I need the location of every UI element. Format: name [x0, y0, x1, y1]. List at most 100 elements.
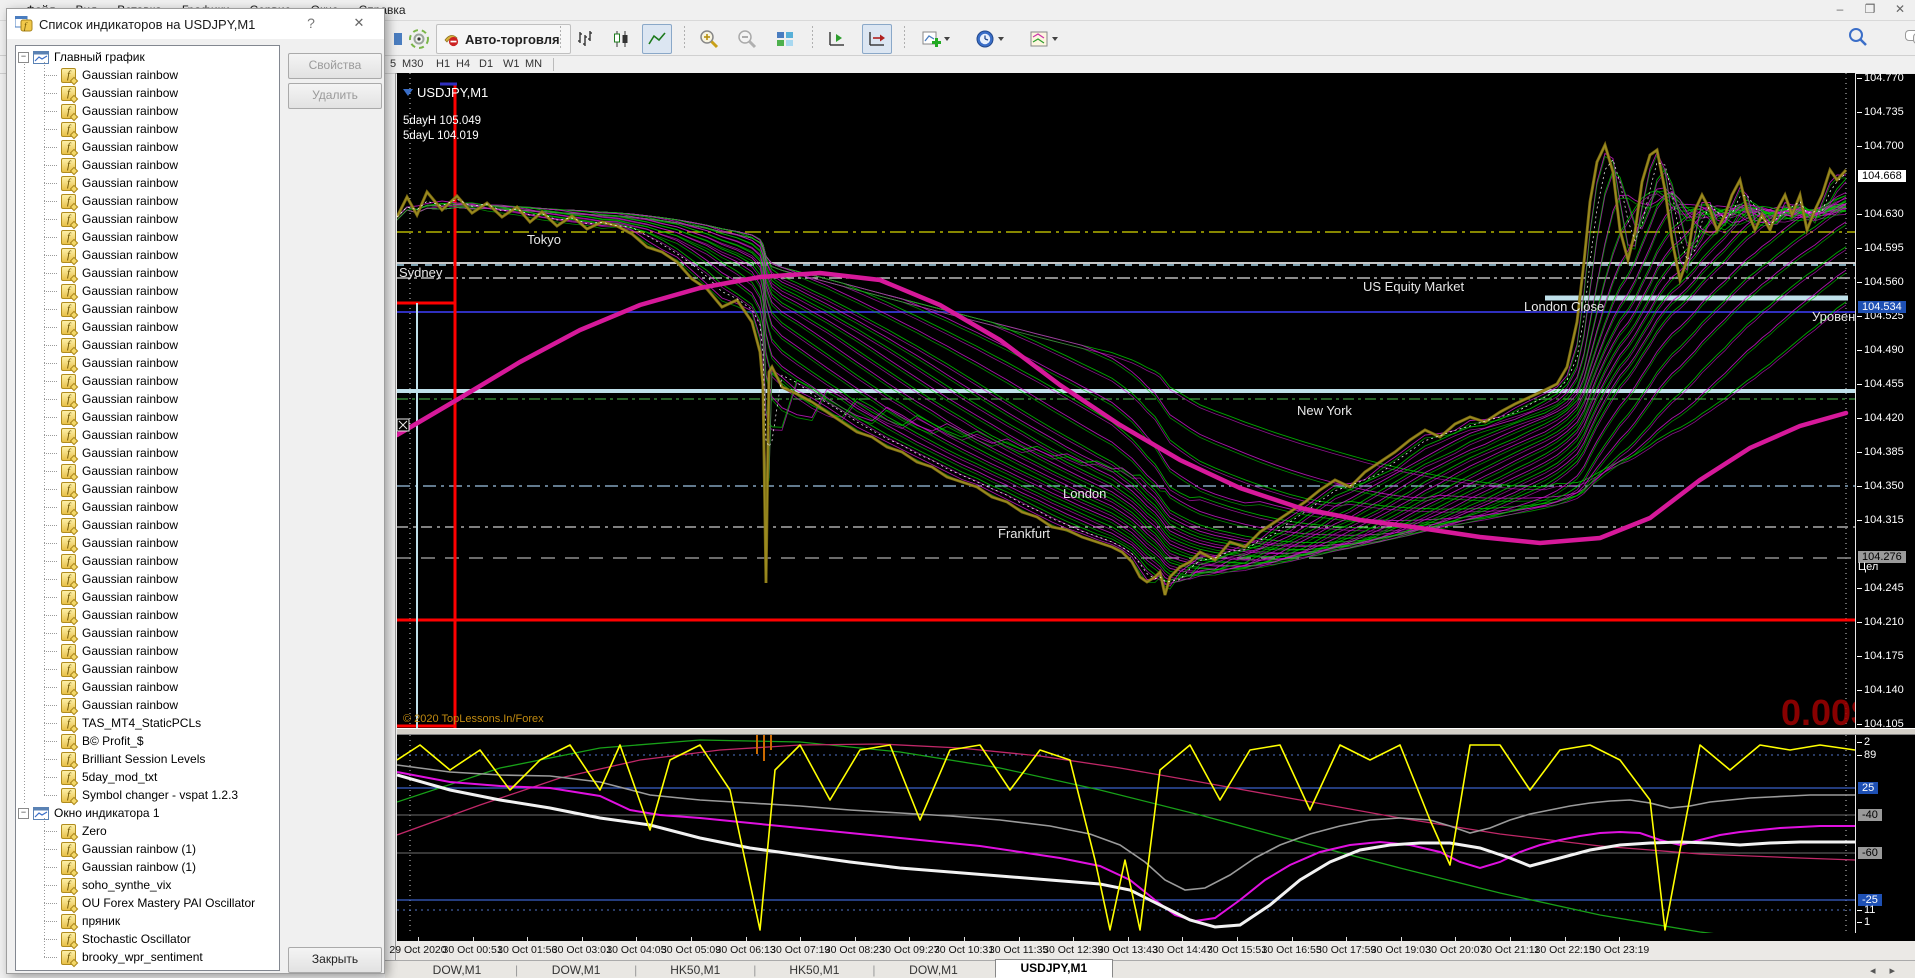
minimize-button[interactable]: –: [1833, 2, 1847, 16]
indicator-item[interactable]: f Gaussian rainbow: [16, 660, 279, 678]
indicator-item[interactable]: f Gaussian rainbow: [16, 282, 279, 300]
indicator-item[interactable]: f Stochastic Oscillator: [16, 930, 279, 948]
indicator-item[interactable]: f Gaussian rainbow: [16, 642, 279, 660]
dialog-close-button[interactable]: ✕: [350, 15, 368, 31]
indicator-item[interactable]: f Gaussian rainbow: [16, 696, 279, 714]
close-button[interactable]: ✕: [1893, 2, 1907, 16]
indicator-item[interactable]: f Symbol changer - vspat 1.2.3: [16, 786, 279, 804]
tree-group[interactable]: − Главный график: [16, 48, 279, 66]
price-axis[interactable]: 104.770 104.735 104.700 104.630 104.595 104.5…: [1855, 72, 1915, 933]
indicator-item[interactable]: f Gaussian rainbow: [16, 444, 279, 462]
indicator-item[interactable]: f Gaussian rainbow: [16, 228, 279, 246]
indicator-item[interactable]: f пряник: [16, 912, 279, 930]
chart-tab-dow-m1[interactable]: DOW,M1: [399, 963, 515, 977]
indicator-item[interactable]: f Gaussian rainbow: [16, 192, 279, 210]
candle-chart-button[interactable]: [606, 24, 636, 54]
chart-tab-dow-m1[interactable]: DOW,M1: [876, 963, 992, 977]
indicator-item[interactable]: f Gaussian rainbow: [16, 570, 279, 588]
indicator-item[interactable]: f Gaussian rainbow: [16, 210, 279, 228]
indicator-item[interactable]: f Gaussian rainbow: [16, 156, 279, 174]
timeframe-M30[interactable]: M30: [398, 57, 427, 72]
indicator-item[interactable]: f Gaussian rainbow: [16, 66, 279, 84]
indicator-item[interactable]: f Brilliant Session Levels: [16, 750, 279, 768]
indicator-item[interactable]: f Gaussian rainbow: [16, 480, 279, 498]
autotrade-button[interactable]: Авто-торговля: [436, 24, 571, 54]
chart-tab-bar: DOW,M1 | DOW,M1 | HK50,M1 | HK50,M1 | DOW,M1 USD…: [385, 959, 1915, 978]
main-chart[interactable]: USDJPY,M1 5dayH 105.049 5dayL 104.019 Sydne…: [397, 73, 1855, 728]
template-icon: [1030, 31, 1047, 47]
collapse-icon[interactable]: −: [18, 51, 29, 63]
timeframe-D1[interactable]: D1: [475, 57, 497, 72]
dialog-help-button[interactable]: ?: [302, 15, 320, 31]
indicator-item[interactable]: f Gaussian rainbow: [16, 300, 279, 318]
indicator-item[interactable]: f Gaussian rainbow: [16, 552, 279, 570]
chart-tab-dow-m1[interactable]: DOW,M1: [518, 963, 634, 977]
periods-button[interactable]: [968, 24, 1010, 54]
indicator-item[interactable]: f Gaussian rainbow: [16, 174, 279, 192]
dropdown-arrow-icon: [943, 37, 950, 41]
indicator-item[interactable]: f 5day_mod_txt: [16, 768, 279, 786]
indicator-item[interactable]: f brooky_wpr_sentiment: [16, 948, 279, 966]
indicator-item[interactable]: f Gaussian rainbow: [16, 264, 279, 282]
price-tick: 104.385: [1857, 446, 1904, 458]
indicator-item[interactable]: f Gaussian rainbow: [16, 678, 279, 696]
indicator-item[interactable]: f Gaussian rainbow: [16, 426, 279, 444]
indicator-item[interactable]: f Gaussian rainbow: [16, 246, 279, 264]
dialog-title-bar[interactable]: f Список индикаторов на USDJPY,M1 ? ✕: [7, 9, 384, 39]
indicator-item[interactable]: f Gaussian rainbow: [16, 336, 279, 354]
zoom-out-button[interactable]: [732, 24, 762, 54]
line-chart-button[interactable]: [642, 24, 672, 54]
indicator-item[interactable]: f Gaussian rainbow: [16, 408, 279, 426]
indicator-item[interactable]: f Gaussian rainbow: [16, 498, 279, 516]
indicator-item[interactable]: f Gaussian rainbow: [16, 624, 279, 642]
zoom-in-button[interactable]: [694, 24, 724, 54]
indicator-item[interactable]: f Gaussian rainbow (1): [16, 858, 279, 876]
indicator-item[interactable]: f Gaussian rainbow: [16, 138, 279, 156]
chart-tab-hk50-m1[interactable]: HK50,M1: [756, 963, 872, 977]
autoscroll-button[interactable]: [862, 24, 892, 54]
pane-splitter[interactable]: [397, 728, 1915, 735]
indicator-item[interactable]: f Gaussian rainbow: [16, 606, 279, 624]
indicator-list-box[interactable]: − Главный график f Gaussian rainbow f Gaussia…: [15, 45, 280, 971]
delete-button[interactable]: Удалить: [288, 83, 382, 109]
indicator-item[interactable]: f Gaussian rainbow: [16, 318, 279, 336]
indicator-item[interactable]: f Gaussian rainbow: [16, 390, 279, 408]
indicator-item[interactable]: f soho_synthe_vix: [16, 876, 279, 894]
indicator-item[interactable]: f OU Forex Mastery PAI Oscillator: [16, 894, 279, 912]
indicator-item[interactable]: f Gaussian rainbow: [16, 102, 279, 120]
timeframe-H1[interactable]: H1: [432, 57, 454, 72]
tab-scroll-arrows[interactable]: ◂▸: [1870, 964, 1909, 977]
expert-signal-button[interactable]: [404, 24, 434, 54]
timeframe-MN[interactable]: MN: [521, 57, 546, 72]
indicator-item[interactable]: f Gaussian rainbow: [16, 462, 279, 480]
tile-windows-button[interactable]: [770, 24, 800, 54]
indicator-label: Gaussian rainbow: [82, 374, 179, 388]
close-dialog-button[interactable]: Закрыть: [288, 947, 382, 973]
properties-button[interactable]: Свойства: [288, 53, 382, 79]
timeframe-H4[interactable]: H4: [452, 57, 474, 72]
indicator-item[interactable]: f Gaussian rainbow: [16, 588, 279, 606]
timeframe-W1[interactable]: W1: [499, 57, 524, 72]
indicator-item[interactable]: f Gaussian rainbow: [16, 120, 279, 138]
indicator-item[interactable]: f Zero: [16, 822, 279, 840]
search-button[interactable]: [1847, 26, 1869, 53]
indicators-button[interactable]: [914, 24, 956, 54]
indicator-item[interactable]: f Gaussian rainbow: [16, 516, 279, 534]
indicator-item[interactable]: f B© Profit_$: [16, 732, 279, 750]
indicator-item[interactable]: f TAS_MT4_StaticPCLs: [16, 714, 279, 732]
chart-tab-usdjpy-m1[interactable]: USDJPY,M1: [994, 959, 1113, 978]
restore-button[interactable]: ❐: [1863, 2, 1877, 16]
indicator-item[interactable]: f Gaussian rainbow (1): [16, 840, 279, 858]
indicator-item[interactable]: f Gaussian rainbow: [16, 84, 279, 102]
indicator-item[interactable]: f Gaussian rainbow: [16, 372, 279, 390]
time-axis[interactable]: 29 Oct 2020 30 Oct 00:51 30 Oct 01:56 30 Oc…: [389, 941, 1915, 961]
bar-chart-button[interactable]: [570, 24, 600, 54]
indicator-item[interactable]: f Gaussian rainbow: [16, 534, 279, 552]
shift-chart-button[interactable]: [822, 24, 852, 54]
chart-tab-hk50-m1[interactable]: HK50,M1: [637, 963, 753, 977]
indicator-item[interactable]: f Gaussian rainbow: [16, 354, 279, 372]
templates-button[interactable]: [1022, 24, 1064, 54]
collapse-icon[interactable]: −: [18, 807, 29, 819]
indicator-pane[interactable]: [397, 735, 1855, 933]
tree-group[interactable]: − Окно индикатора 1: [16, 804, 279, 822]
